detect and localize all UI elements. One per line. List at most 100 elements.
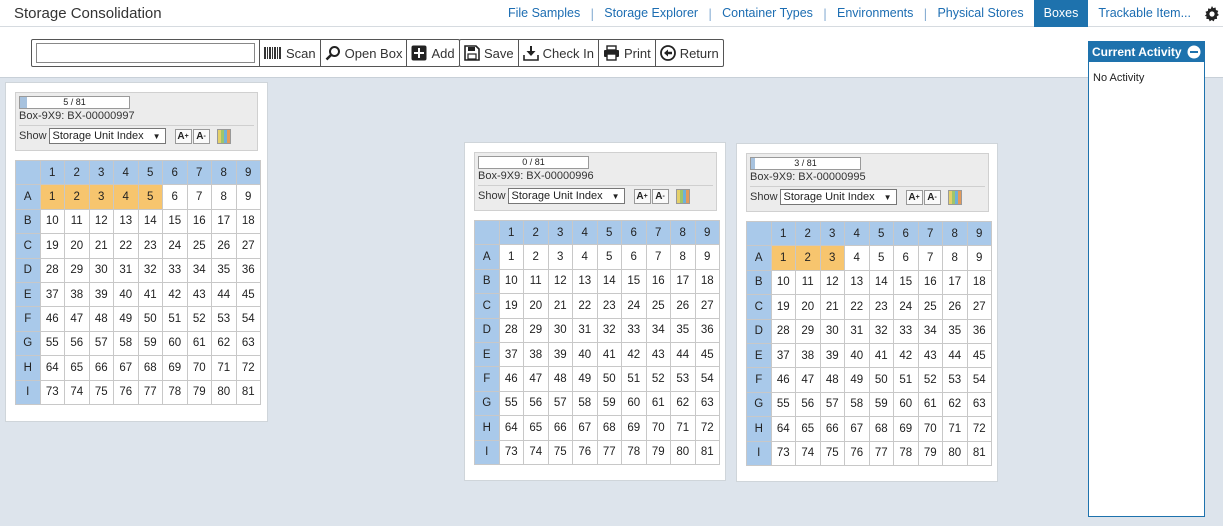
- grid-cell[interactable]: 78: [893, 440, 919, 466]
- grid-cell[interactable]: 26: [211, 233, 237, 259]
- grid-cell[interactable]: 55: [770, 391, 796, 418]
- grid-cell[interactable]: 56: [795, 391, 821, 418]
- grid-cell[interactable]: 20: [795, 294, 821, 320]
- grid-cell[interactable]: 58: [572, 390, 598, 417]
- grid-cell[interactable]: 57: [547, 390, 573, 417]
- grid-cell[interactable]: 39: [547, 341, 573, 368]
- grid-cell[interactable]: 63: [966, 391, 992, 418]
- grid-cell[interactable]: 9: [966, 245, 992, 271]
- print-button[interactable]: Print: [597, 40, 655, 66]
- grid-cell[interactable]: 11: [64, 208, 90, 235]
- grid-cell[interactable]: 44: [670, 341, 696, 368]
- grid-cell[interactable]: 41: [596, 341, 622, 368]
- grid-cell[interactable]: 71: [670, 415, 696, 441]
- grid-cell[interactable]: 9: [694, 244, 720, 270]
- grid-cell[interactable]: 19: [770, 294, 796, 320]
- collapse-icon[interactable]: [1187, 45, 1201, 59]
- grid-cell[interactable]: 46: [770, 367, 796, 393]
- grid-cell[interactable]: 60: [893, 391, 919, 418]
- nav-trackable-items[interactable]: Trackable Item...: [1088, 0, 1201, 27]
- grid-cell[interactable]: 7: [186, 184, 212, 210]
- grid-cell[interactable]: 74: [64, 379, 90, 405]
- grid-cell[interactable]: 33: [162, 257, 188, 283]
- grid-cell[interactable]: 76: [113, 379, 139, 405]
- grid-cell[interactable]: 22: [572, 293, 598, 319]
- grid-cell[interactable]: 36: [966, 318, 992, 344]
- grid-cell[interactable]: 35: [211, 257, 237, 283]
- grid-cell[interactable]: 7: [917, 245, 943, 271]
- grid-cell[interactable]: 40: [572, 341, 598, 368]
- grid-cell[interactable]: 1: [498, 244, 524, 270]
- grid-cell[interactable]: 24: [162, 233, 188, 259]
- grid-cell[interactable]: 27: [694, 293, 720, 319]
- grid-cell[interactable]: 25: [186, 233, 212, 259]
- grid-cell[interactable]: 59: [868, 391, 894, 418]
- grid-cell[interactable]: 9: [235, 184, 261, 210]
- grid-cell[interactable]: 59: [596, 390, 622, 417]
- grid-cell[interactable]: 35: [670, 317, 696, 343]
- grid-cell[interactable]: 41: [868, 342, 894, 369]
- grid-cell[interactable]: 12: [547, 268, 573, 295]
- grid-cell[interactable]: 72: [235, 355, 261, 381]
- grid-cell[interactable]: 35: [942, 318, 968, 344]
- grid-cell-occupied[interactable]: 4: [113, 184, 139, 210]
- grid-cell[interactable]: 22: [844, 294, 870, 320]
- grid-cell[interactable]: 56: [523, 390, 549, 417]
- grid-cell[interactable]: 42: [893, 342, 919, 369]
- grid-cell[interactable]: 68: [868, 416, 894, 442]
- grid-cell[interactable]: 37: [39, 281, 65, 308]
- color-legend-icon[interactable]: [947, 189, 962, 205]
- grid-cell[interactable]: 64: [39, 355, 65, 381]
- grid-cell[interactable]: 73: [39, 379, 65, 405]
- grid-cell[interactable]: 23: [137, 233, 163, 259]
- grid-cell[interactable]: 81: [235, 379, 261, 405]
- grid-cell[interactable]: 43: [645, 341, 671, 368]
- grid-cell[interactable]: 50: [137, 306, 163, 332]
- grid-cell[interactable]: 39: [88, 281, 114, 308]
- grid-cell-occupied[interactable]: 3: [88, 184, 114, 210]
- font-decrease-icon[interactable]: A-: [923, 189, 941, 205]
- grid-cell[interactable]: 8: [670, 244, 696, 270]
- scan-input[interactable]: [36, 43, 255, 63]
- grid-cell[interactable]: 74: [523, 439, 549, 465]
- grid-cell[interactable]: 65: [523, 415, 549, 441]
- grid-cell[interactable]: 49: [113, 306, 139, 332]
- grid-cell[interactable]: 40: [113, 281, 139, 308]
- grid-cell[interactable]: 6: [893, 245, 919, 271]
- grid-cell[interactable]: 33: [621, 317, 647, 343]
- grid-cell[interactable]: 61: [917, 391, 943, 418]
- grid-cell[interactable]: 10: [770, 269, 796, 296]
- grid-cell[interactable]: 48: [88, 306, 114, 332]
- color-legend-icon[interactable]: [216, 128, 231, 144]
- grid-cell[interactable]: 53: [942, 367, 968, 393]
- grid-cell[interactable]: 27: [966, 294, 992, 320]
- grid-cell[interactable]: 69: [893, 416, 919, 442]
- grid-cell[interactable]: 34: [645, 317, 671, 343]
- grid-cell[interactable]: 14: [596, 268, 622, 295]
- grid-cell[interactable]: 66: [88, 355, 114, 381]
- grid-cell[interactable]: 72: [966, 416, 992, 442]
- nav-environments[interactable]: Environments: [827, 0, 923, 27]
- grid-cell[interactable]: 39: [819, 342, 845, 369]
- grid-cell[interactable]: 55: [498, 390, 524, 417]
- grid-cell[interactable]: 44: [942, 342, 968, 369]
- grid-cell[interactable]: 75: [819, 440, 845, 466]
- grid-cell[interactable]: 23: [868, 294, 894, 320]
- nav-storage-explorer[interactable]: Storage Explorer: [594, 0, 708, 27]
- grid-cell[interactable]: 30: [819, 318, 845, 344]
- grid-cell[interactable]: 49: [844, 367, 870, 393]
- grid-cell[interactable]: 52: [917, 367, 943, 393]
- grid-cell[interactable]: 17: [942, 269, 968, 296]
- grid-cell[interactable]: 55: [39, 330, 65, 357]
- grid-cell[interactable]: 81: [966, 440, 992, 466]
- grid-cell[interactable]: 8: [211, 184, 237, 210]
- grid-cell[interactable]: 73: [498, 439, 524, 465]
- grid-cell[interactable]: 51: [162, 306, 188, 332]
- grid-cell[interactable]: 62: [211, 330, 237, 357]
- font-decrease-icon[interactable]: A-: [192, 128, 210, 144]
- nav-physical-stores[interactable]: Physical Stores: [927, 0, 1033, 27]
- grid-cell[interactable]: 34: [917, 318, 943, 344]
- add-button[interactable]: Add: [406, 40, 458, 66]
- grid-cell[interactable]: 59: [137, 330, 163, 357]
- grid-cell[interactable]: 15: [621, 268, 647, 295]
